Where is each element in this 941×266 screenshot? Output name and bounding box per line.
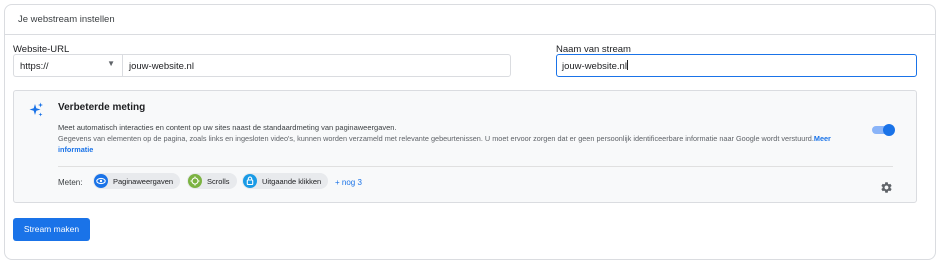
crosshair-icon	[188, 174, 202, 188]
divider	[58, 166, 893, 167]
enhanced-measurement-title: Verbeterde meting	[58, 102, 146, 113]
stream-name-value: jouw-website.nl	[562, 61, 627, 72]
enhanced-measurement-toggle[interactable]	[872, 124, 895, 136]
toggle-knob	[883, 124, 895, 136]
details-text: Gegevens van elementen op de pagina, zoa…	[58, 134, 814, 143]
chip-uitgaande-klikken: Uitgaande klikken	[242, 173, 329, 189]
chip-scrolls: Scrolls	[187, 173, 237, 189]
protocol-value: https://	[20, 61, 49, 72]
card-title: Je webstream instellen	[5, 5, 935, 35]
enhanced-measurement-panel: Verbeterde meting Meet automatisch inter…	[13, 90, 917, 203]
stream-name-input[interactable]: jouw-website.nl	[556, 54, 917, 77]
more-events-link[interactable]: + nog 3	[335, 178, 362, 187]
text-cursor	[626, 60, 628, 70]
chip-label: Paginaweergaven	[113, 177, 174, 186]
sparkle-icon	[29, 102, 43, 117]
website-url-input[interactable]: jouw-website.nl	[122, 54, 511, 77]
chevron-down-icon: ▼	[107, 59, 115, 68]
lock-icon	[243, 174, 257, 188]
create-stream-button[interactable]: Stream maken	[13, 218, 90, 241]
chip-paginaweergaven: Paginaweergaven	[93, 173, 181, 189]
measure-label: Meten:	[58, 178, 83, 187]
chip-label: Scrolls	[207, 177, 230, 186]
enhanced-measurement-description: Meet automatisch interacties en content …	[58, 123, 397, 132]
chip-label: Uitgaande klikken	[262, 177, 322, 186]
gear-icon[interactable]	[880, 181, 893, 194]
enhanced-measurement-details: Gegevens van elementen op de pagina, zoa…	[58, 134, 838, 155]
protocol-select[interactable]: https:// ▼	[13, 54, 122, 77]
eye-icon	[94, 174, 108, 188]
